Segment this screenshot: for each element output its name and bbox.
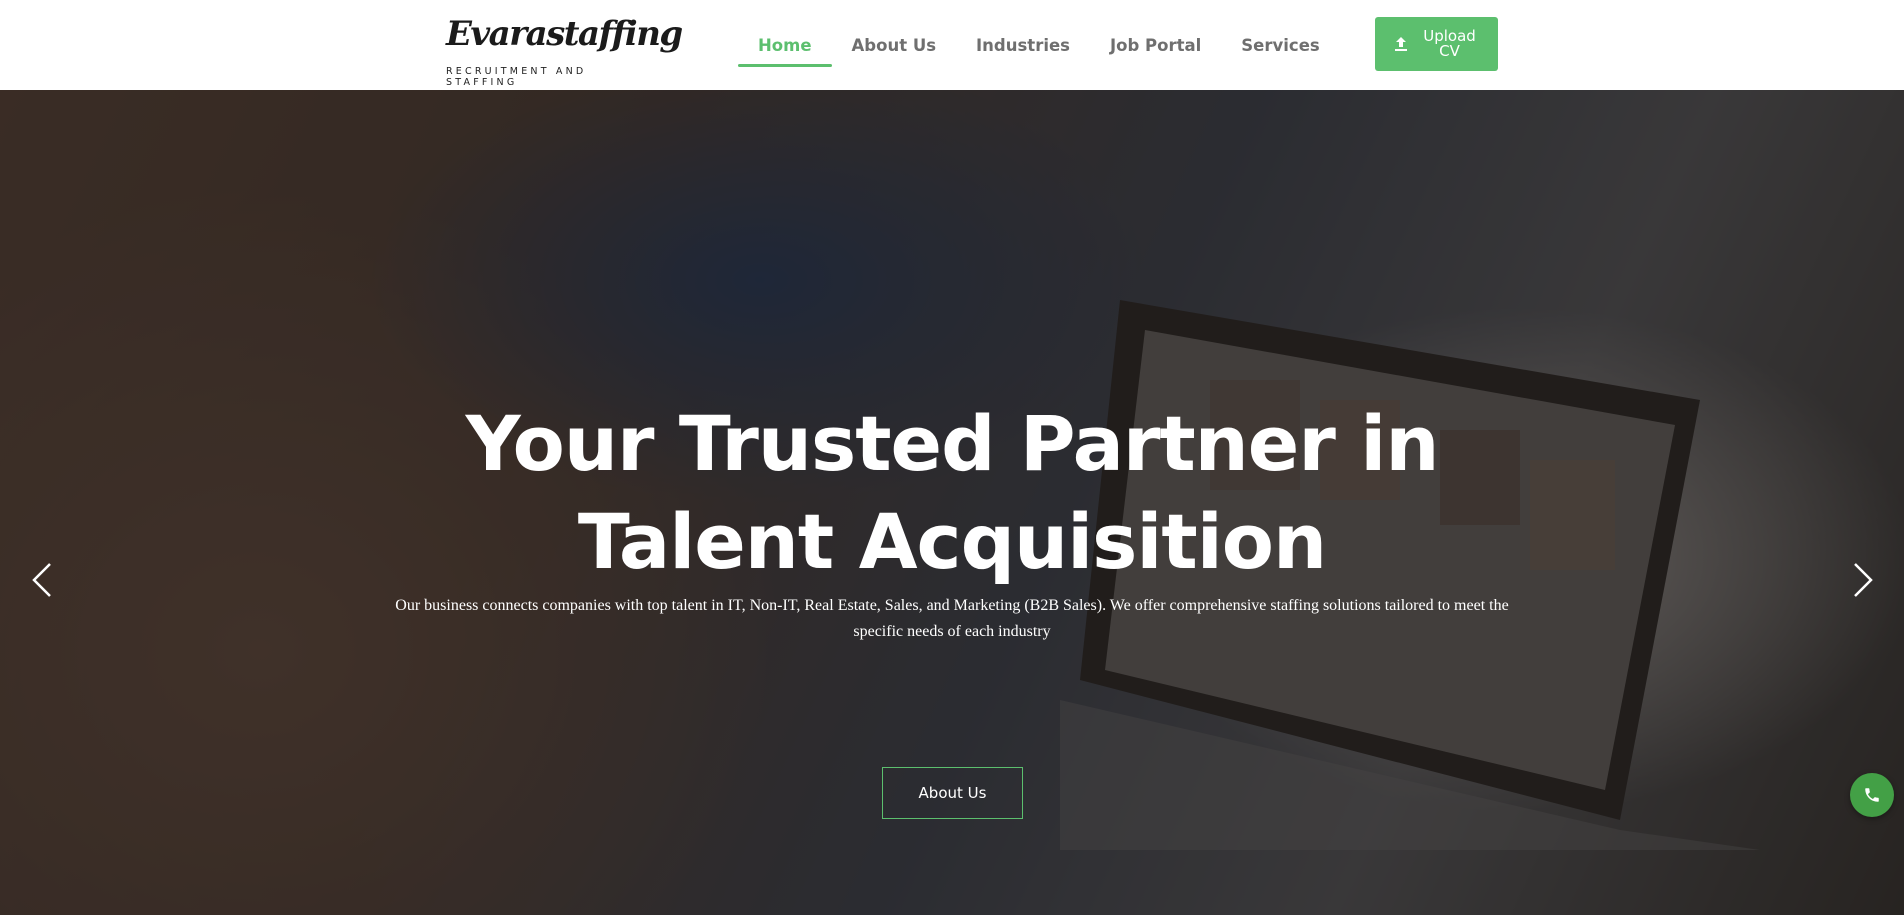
hero-title: Your Trusted Partner in Talent Acquisiti… <box>465 399 1440 586</box>
upload-icon <box>1393 36 1409 52</box>
chevron-left-icon <box>32 563 51 597</box>
phone-icon <box>1865 788 1879 802</box>
brand-name: Evarastaffing <box>446 14 683 54</box>
about-us-button[interactable]: About Us <box>882 767 1023 819</box>
upload-cv-button[interactable]: Upload CV <box>1375 17 1498 71</box>
nav-item-industries[interactable]: Industries <box>956 0 1090 90</box>
chevron-right-icon <box>1854 563 1873 597</box>
nav-item-job-portal[interactable]: Job Portal <box>1090 0 1221 90</box>
main-nav: Home About Us Industries Job Portal Serv… <box>738 0 1340 90</box>
hero-content: Your Trusted Partner in Talent Acquisiti… <box>0 90 1904 915</box>
nav-item-services[interactable]: Services <box>1221 0 1339 90</box>
slider-prev-button[interactable] <box>25 560 59 600</box>
brand-logo[interactable]: Evarastaffing RECRUITMENT AND STAFFING <box>446 12 683 88</box>
slider-next-button[interactable] <box>1846 560 1880 600</box>
nav-item-about-us[interactable]: About Us <box>832 0 957 90</box>
hero-subtitle: Our business connects companies with top… <box>395 597 1509 640</box>
call-button[interactable] <box>1850 773 1894 817</box>
site-header: Evarastaffing RECRUITMENT AND STAFFING H… <box>0 0 1904 90</box>
nav-item-home[interactable]: Home <box>738 0 832 90</box>
upload-cv-label: Upload CV <box>1423 27 1476 60</box>
hero-slider: Your Trusted Partner in Talent Acquisiti… <box>0 90 1904 915</box>
brand-tagline: RECRUITMENT AND STAFFING <box>446 66 587 88</box>
